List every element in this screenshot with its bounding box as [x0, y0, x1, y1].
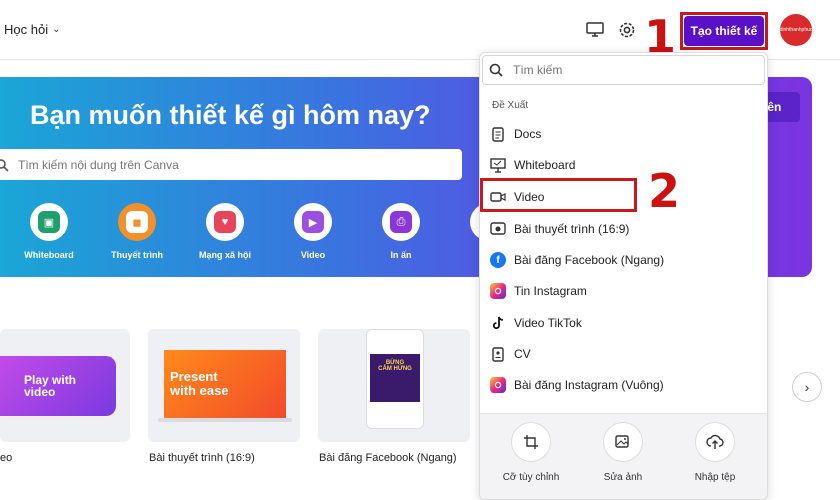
- category-whiteboard[interactable]: ▣ Whiteboard: [14, 203, 84, 260]
- edit-photo-button[interactable]: Sửa ảnh: [588, 422, 658, 483]
- facebook-icon: f: [490, 252, 506, 268]
- dropdown-footer: Cỡ tùy chỉnh Sửa ảnh Nhập tệp: [480, 413, 767, 499]
- template-label: Bài thuyết trình (16:9): [149, 452, 255, 464]
- category-print-circle: ⎙: [382, 203, 420, 241]
- menu-item-label: Video TikTok: [514, 316, 582, 330]
- dropdown-search[interactable]: [482, 55, 765, 85]
- avatar[interactable]: dinhthanhphuc: [780, 14, 812, 46]
- instagram-icon: [490, 283, 506, 299]
- menu-item-cv[interactable]: CV: [480, 339, 767, 369]
- chevron-down-icon: ⌄: [52, 24, 61, 35]
- instagram-icon: [490, 377, 506, 393]
- category-presentation[interactable]: ◼ Thuyết trình: [102, 203, 172, 260]
- step-2-marker: 2: [648, 164, 681, 218]
- monitor-icon[interactable]: [586, 22, 604, 38]
- action-label: Cỡ tùy chỉnh: [502, 472, 560, 483]
- menu-item-label: Bài thuyết trình (16:9): [514, 222, 630, 236]
- gear-icon[interactable]: [617, 20, 637, 40]
- canva-home: Học hỏi ⌄ 1 Tạo thiết kế dinhthanhphuc B…: [0, 0, 840, 500]
- template-label: eo: [0, 452, 13, 464]
- canva-search-bar[interactable]: [0, 149, 462, 180]
- top-bar: Học hỏi ⌄ 1 Tạo thiết kế dinhthanhphuc: [0, 0, 840, 60]
- menu-item-tiktok[interactable]: Video TikTok: [480, 308, 767, 338]
- menu-item-docs[interactable]: Docs: [480, 119, 767, 149]
- custom-size-button[interactable]: Cỡ tùy chỉnh: [496, 422, 566, 483]
- phone-screen: BỪNG CẢM HỨNG: [370, 354, 420, 402]
- template-label: Bài đăng Facebook (Ngang): [319, 452, 457, 464]
- menu-item-presentation[interactable]: Bài thuyết trình (16:9): [480, 214, 767, 244]
- presentation-icon: ◼: [126, 211, 148, 233]
- menu-item-label: Docs: [514, 127, 542, 141]
- learn-menu[interactable]: Học hỏi ⌄: [4, 22, 60, 37]
- whiteboard-icon: ▣: [38, 211, 60, 233]
- menu-item-label: Bài đăng Facebook (Ngang): [514, 253, 665, 267]
- laptop-base: [158, 418, 292, 422]
- category-video-circle: ▶: [294, 203, 332, 241]
- menu-item-label: CV: [514, 347, 531, 361]
- custom-size-icon: [511, 422, 551, 462]
- category-video[interactable]: ▶ Video: [278, 203, 348, 260]
- thumb-text: with ease: [170, 383, 229, 398]
- category-social-circle: ♥: [206, 203, 244, 241]
- menu-item-label: Tin Instagram: [514, 284, 587, 298]
- category-label: In ấn: [390, 250, 412, 260]
- create-design-button[interactable]: Tạo thiết kế: [684, 16, 764, 46]
- create-design-dropdown: Đề Xuất Docs Whiteboard Video Bài thuyết…: [479, 52, 768, 500]
- whiteboard-icon: [490, 157, 506, 173]
- search-icon: [0, 158, 9, 172]
- video-item-highlight: [480, 178, 637, 212]
- cv-icon: [490, 346, 506, 362]
- category-label: Video: [300, 250, 326, 260]
- category-label: Mạng xã hội: [198, 250, 251, 260]
- category-whiteboard-circle: ▣: [30, 203, 68, 241]
- thumb-text: video: [24, 385, 56, 399]
- search-icon: [489, 63, 503, 77]
- menu-item-label: Bài đăng Instagram (Vuông): [514, 378, 664, 392]
- category-label: Whiteboard: [24, 250, 74, 260]
- menu-item-instagram-square[interactable]: Bài đăng Instagram (Vuông): [480, 370, 767, 400]
- learn-label: Học hỏi: [4, 22, 49, 37]
- category-print[interactable]: ⎙ In ấn: [366, 203, 436, 260]
- upload-file-button[interactable]: Nhập tệp: [680, 422, 750, 483]
- printer-icon: ⎙: [390, 211, 412, 233]
- category-label: Thuyết trình: [111, 250, 163, 260]
- next-arrow-button[interactable]: ›: [792, 372, 822, 402]
- section-label: Đề Xuất: [492, 100, 529, 111]
- menu-item-instagram-story[interactable]: Tin Instagram: [480, 276, 767, 306]
- action-label: Sửa ảnh: [603, 472, 643, 483]
- docs-icon: [490, 126, 506, 142]
- canva-search-input[interactable]: [18, 157, 438, 172]
- thumb-text: CẢM HỨNG: [378, 366, 412, 372]
- action-label: Nhập tệp: [694, 472, 736, 483]
- tiktok-icon: [490, 315, 506, 331]
- category-presentation-circle: ◼: [118, 203, 156, 241]
- menu-item-whiteboard[interactable]: Whiteboard: [480, 150, 767, 180]
- banner-title: Bạn muốn thiết kế gì hôm nay?: [30, 100, 431, 130]
- heart-icon: ♥: [214, 211, 236, 233]
- template-thumb-video: Play with video: [0, 356, 116, 416]
- menu-item-label: Whiteboard: [514, 158, 576, 172]
- template-thumb-presentation: Present with ease: [164, 350, 286, 420]
- category-social-media[interactable]: ♥ Mạng xã hội: [190, 203, 260, 260]
- thumb-text: Present: [170, 369, 218, 384]
- presentation-icon: [490, 221, 506, 237]
- upload-icon: [695, 422, 735, 462]
- edit-photo-icon: [603, 422, 643, 462]
- menu-item-facebook[interactable]: f Bài đăng Facebook (Ngang): [480, 245, 767, 275]
- template-thumb-facebook: BỪNG CẢM HỨNG: [366, 329, 424, 429]
- video-icon: ▶: [302, 211, 324, 233]
- dropdown-search-input[interactable]: [513, 63, 753, 77]
